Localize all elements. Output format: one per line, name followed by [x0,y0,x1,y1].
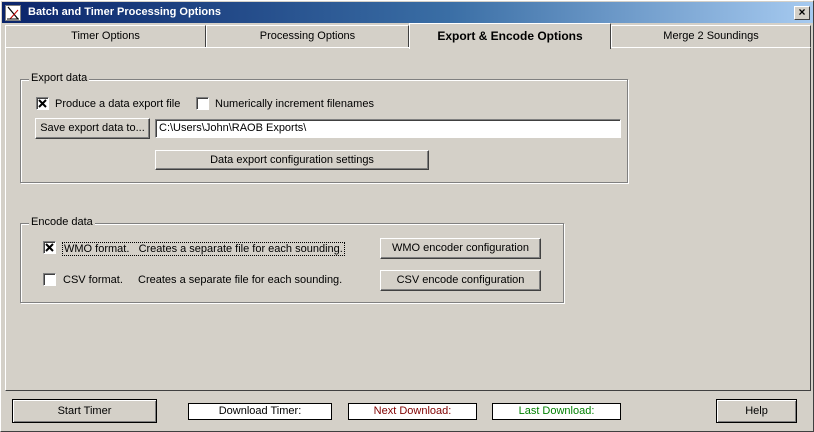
csv-format-checkbox[interactable] [43,273,56,286]
tab-export-encode-options[interactable]: Export & Encode Options [409,23,611,49]
wmo-encoder-configuration-label: WMO encoder configuration [392,242,529,254]
wmo-format-checkbox[interactable] [43,241,56,254]
wmo-format-name: WMO format. [64,243,130,255]
app-icon [5,5,21,21]
help-label: Help [745,405,768,417]
checkmark-x-icon [38,99,47,108]
tab-label: Timer Options [71,30,140,42]
start-timer-label: Start Timer [57,405,112,417]
start-timer-button[interactable]: Start Timer [12,399,157,423]
next-download-status: Next Download: [348,403,477,420]
tab-merge-2-soundings[interactable]: Merge 2 Soundings [611,25,811,47]
increment-filenames-label[interactable]: Numerically increment filenames [215,98,374,110]
help-button[interactable]: Help [716,399,797,423]
checkmark-x-icon [45,243,54,252]
encode-data-legend: Encode data [29,216,95,228]
increment-filenames-checkbox[interactable] [196,97,209,110]
tab-timer-options[interactable]: Timer Options [5,25,206,47]
save-export-data-label: Save export data to... [40,122,145,134]
download-timer-status: Download Timer: [188,403,332,420]
batch-timer-options-window: Batch and Timer Processing Options × Tim… [0,0,814,432]
close-button[interactable]: × [794,6,810,20]
csv-encode-configuration-button[interactable]: CSV encode configuration [380,270,541,291]
wmo-encoder-configuration-button[interactable]: WMO encoder configuration [380,238,541,259]
produce-export-label[interactable]: Produce a data export file [55,98,180,110]
csv-format-description: Creates a separate file for each soundin… [138,274,343,286]
wmo-format-description: Creates a separate file for each soundin… [138,243,343,255]
csv-format-label[interactable]: CSV format. [63,274,123,286]
data-export-configuration-button[interactable]: Data export configuration settings [155,150,429,170]
title-bar[interactable]: Batch and Timer Processing Options × [2,2,813,23]
data-export-configuration-label: Data export configuration settings [210,154,374,166]
produce-export-checkbox[interactable] [36,97,49,110]
export-data-legend: Export data [29,72,90,84]
tab-label: Processing Options [259,30,356,42]
last-download-status: Last Download: [492,403,621,420]
save-export-data-button[interactable]: Save export data to... [35,118,150,139]
tab-label: Merge 2 Soundings [663,30,759,42]
tab-processing-options[interactable]: Processing Options [206,25,409,47]
tab-label: Export & Encode Options [437,29,583,43]
wmo-format-label[interactable]: WMO format. Creates a separate file for … [62,242,345,256]
close-icon: × [798,5,806,19]
window-title: Batch and Timer Processing Options [28,6,221,18]
csv-encode-configuration-label: CSV encode configuration [396,274,525,286]
encode-data-group: Encode data [20,216,564,303]
export-path-field[interactable]: C:\Users\John\RAOB Exports\ [155,119,621,138]
